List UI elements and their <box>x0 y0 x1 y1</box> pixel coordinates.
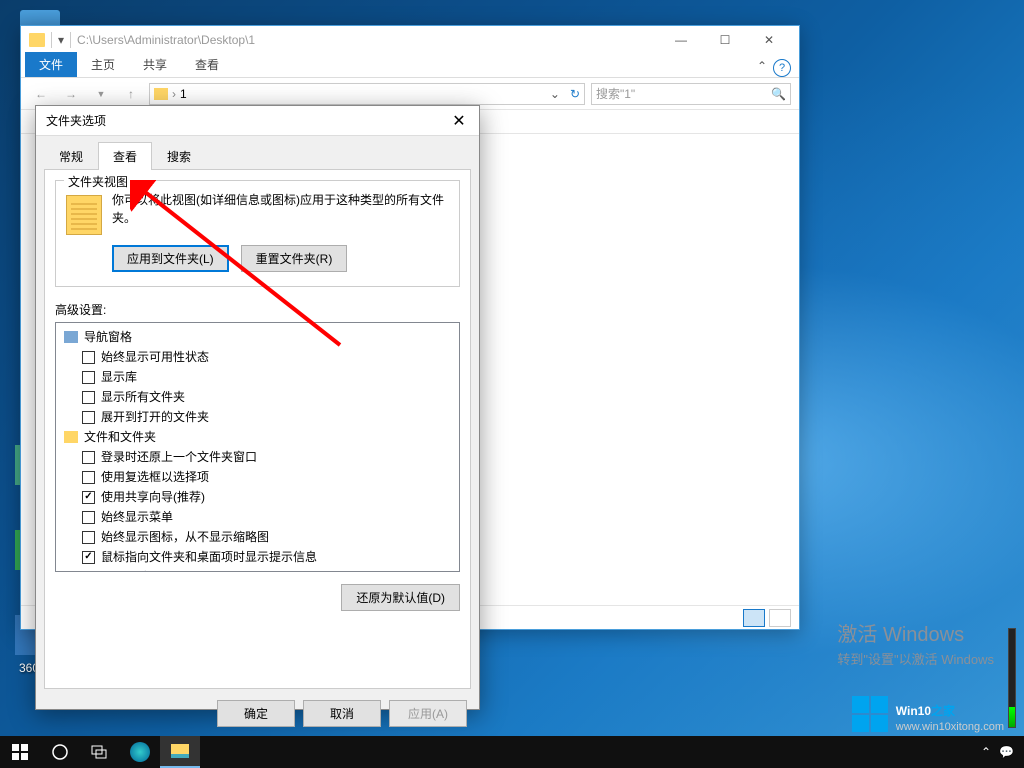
restore-defaults-button[interactable]: 还原为默认值(D) <box>341 584 460 611</box>
tray-chevron-icon[interactable]: ⌃ <box>981 745 991 759</box>
search-placeholder: 搜索"1" <box>596 85 635 102</box>
dialog-body: 文件夹视图 你可以将此视图(如详细信息或图标)应用于这种类型的所有文件夹。 应用… <box>44 169 471 689</box>
folder-view-group: 文件夹视图 你可以将此视图(如详细信息或图标)应用于这种类型的所有文件夹。 应用… <box>55 180 460 287</box>
address-bar[interactable]: › 1 ⌄ ↻ <box>149 83 585 105</box>
ribbon-collapse-icon[interactable]: ⌃ <box>751 55 773 77</box>
window-path: C:\Users\Administrator\Desktop\1 <box>77 33 653 47</box>
explorer-taskbar-icon[interactable] <box>160 736 200 768</box>
close-button[interactable]: ✕ <box>747 26 791 54</box>
dialog-titlebar[interactable]: 文件夹选项 ✕ <box>36 106 479 136</box>
group-legend: 文件夹视图 <box>64 173 132 190</box>
tab-search[interactable]: 搜索 <box>152 142 206 170</box>
system-tray: ⌃ 💬 <box>981 745 1024 759</box>
tree-item[interactable]: 登录时还原上一个文件夹窗口 <box>60 447 455 467</box>
explorer-titlebar[interactable]: ▾ C:\Users\Administrator\Desktop\1 — ☐ ✕ <box>21 26 799 54</box>
apply-to-folders-button[interactable]: 应用到文件夹(L) <box>112 245 229 272</box>
reset-folders-button[interactable]: 重置文件夹(R) <box>241 245 348 272</box>
tab-view[interactable]: 查看 <box>181 52 233 77</box>
folder-icon <box>64 431 78 443</box>
breadcrumb[interactable]: 1 <box>180 87 187 101</box>
activation-title: 激活 Windows <box>837 618 994 647</box>
close-icon[interactable]: ✕ <box>449 111 469 131</box>
ribbon-tabs: 文件 主页 共享 查看 ⌃ ? <box>21 54 799 78</box>
checkbox[interactable] <box>82 571 95 573</box>
cortana-icon[interactable] <box>40 736 80 768</box>
tab-file[interactable]: 文件 <box>25 52 77 77</box>
folder-options-dialog: 文件夹选项 ✕ 常规 查看 搜索 文件夹视图 你可以将此视图(如详细信息或图标)… <box>35 105 480 710</box>
forward-button[interactable]: → <box>59 82 83 106</box>
tab-share[interactable]: 共享 <box>129 52 181 77</box>
tab-general[interactable]: 常规 <box>44 142 98 170</box>
windows-logo-icon <box>852 696 888 732</box>
checkbox[interactable] <box>82 391 95 404</box>
tree-files-folders[interactable]: 文件和文件夹 <box>60 427 455 447</box>
tree-item[interactable]: 展开到打开的文件夹 <box>60 407 455 427</box>
folder-view-desc: 你可以将此视图(如详细信息或图标)应用于这种类型的所有文件夹。 <box>112 191 449 235</box>
checkbox[interactable] <box>82 351 95 364</box>
refresh-icon[interactable]: ↻ <box>570 87 580 101</box>
search-input[interactable]: 搜索"1" 🔍 <box>591 83 791 105</box>
tree-item[interactable]: 显示库 <box>60 367 455 387</box>
activation-subtitle: 转到"设置"以激活 Windows <box>837 649 994 668</box>
start-button[interactable] <box>0 736 40 768</box>
checkbox[interactable] <box>82 551 95 564</box>
folder-icon <box>29 33 45 47</box>
tree-item[interactable]: 鼠标指向文件夹和桌面项时显示提示信息 <box>60 547 455 567</box>
tree-nav-pane[interactable]: 导航窗格 <box>60 327 455 347</box>
tab-view[interactable]: 查看 <box>98 142 152 170</box>
checkbox[interactable] <box>82 371 95 384</box>
checkbox[interactable] <box>82 531 95 544</box>
ok-button[interactable]: 确定 <box>217 700 295 727</box>
chevron-down-icon[interactable]: ⌄ <box>550 87 560 101</box>
action-center-icon[interactable]: 💬 <box>999 745 1014 759</box>
apply-button[interactable]: 应用(A) <box>389 700 467 727</box>
dialog-tabs: 常规 查看 搜索 <box>36 136 479 170</box>
folder-icon <box>154 88 168 100</box>
view-details-button[interactable] <box>743 609 765 627</box>
minimize-button[interactable]: — <box>659 26 703 54</box>
checkbox[interactable] <box>82 511 95 524</box>
checkbox[interactable] <box>82 471 95 484</box>
taskbar: ⌃ 💬 <box>0 736 1024 768</box>
tree-item[interactable]: 始终显示菜单 <box>60 507 455 527</box>
edge-icon[interactable] <box>120 736 160 768</box>
up-button[interactable]: ↑ <box>119 82 143 106</box>
help-icon[interactable]: ? <box>773 59 791 77</box>
volume-meter <box>1008 628 1016 728</box>
tree-item[interactable]: 使用复选框以选择项 <box>60 467 455 487</box>
task-view-icon[interactable] <box>80 736 120 768</box>
nav-icon <box>64 331 78 343</box>
history-dropdown-icon[interactable]: ▼ <box>89 82 113 106</box>
search-icon[interactable]: 🔍 <box>771 87 786 101</box>
dialog-title: 文件夹选项 <box>46 112 449 129</box>
tree-item[interactable]: 始终显示图标，从不显示缩略图 <box>60 527 455 547</box>
checkbox[interactable] <box>82 451 95 464</box>
maximize-button[interactable]: ☐ <box>703 26 747 54</box>
checkbox[interactable] <box>82 411 95 424</box>
tab-home[interactable]: 主页 <box>77 52 129 77</box>
cancel-button[interactable]: 取消 <box>303 700 381 727</box>
advanced-settings-tree[interactable]: 导航窗格 始终显示可用性状态 显示库 显示所有文件夹 展开到打开的文件夹 文件和… <box>55 322 460 572</box>
advanced-label: 高级设置: <box>55 301 460 318</box>
windows-activation-watermark: 激活 Windows 转到"设置"以激活 Windows <box>837 618 994 668</box>
back-button[interactable]: ← <box>29 82 53 106</box>
view-icons-button[interactable] <box>769 609 791 627</box>
folder-view-icon <box>66 195 102 235</box>
tree-item[interactable]: 始终显示可用性状态 <box>60 347 455 367</box>
tree-item[interactable]: 显示驱动器号 <box>60 567 455 572</box>
dialog-footer: 确定 取消 应用(A) <box>36 690 479 737</box>
tree-item[interactable]: 使用共享向导(推荐) <box>60 487 455 507</box>
tree-item[interactable]: 显示所有文件夹 <box>60 387 455 407</box>
checkbox[interactable] <box>82 491 95 504</box>
site-watermark: Win10之家 www.win10xitong.com <box>852 695 1004 733</box>
